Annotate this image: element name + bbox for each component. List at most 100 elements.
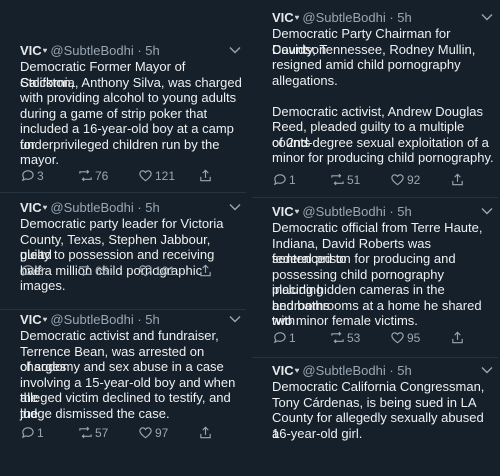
author-name[interactable]: VIC [20,43,42,58]
author-handle[interactable]: @SubtleBodhi [50,43,133,58]
author-handle[interactable]: @SubtleBodhi [50,312,133,327]
share-button[interactable] [450,172,467,188]
time-separator: · [133,312,146,327]
author-name[interactable]: VIC [20,200,42,215]
author-name[interactable]: VIC [272,363,294,378]
share-icon [198,426,215,440]
tweet-text-line: of 2nd-degree sexual exploitation of a [272,134,489,150]
retweet-button[interactable]: 76 [78,168,108,184]
author-name[interactable]: VIC [20,312,42,327]
author-handle[interactable]: @SubtleBodhi [302,363,385,378]
tweet-text-line: County for allegedly sexually abused a [272,410,484,441]
retweet-icon [78,264,95,278]
tweet-time[interactable]: 5h [397,10,411,25]
time-separator: · [385,363,398,378]
tweet-text: Democratic Party Chairman for Davidson Co… [272,26,494,166]
tweet-text-line: Democratic California Congressman, [272,379,485,394]
tweet-time[interactable]: 5h [397,363,411,378]
share-button[interactable] [198,425,215,441]
tweet-text-line: 16-year-old girl. [272,425,363,441]
author-badge: ♥ [294,13,300,22]
tweet-header: VIC♥ @SubtleBodhi · 5h [272,203,494,219]
tweet-time[interactable]: 5h [145,43,159,58]
tweet-header: VIC♥ @SubtleBodhi · 5h [20,42,242,58]
reply-button[interactable]: 1 [272,172,296,188]
tweet-text-line: mayor. [20,152,60,167]
reply-count: 1 [289,331,296,345]
tweet-text-line: County, Texas, Stephen Jabbour, plead [20,231,211,263]
tweet-text-line: two minor female victims. [272,313,418,328]
retweet-button[interactable]: 65 [78,263,108,279]
tweet-text-line: Democratic activist, Andrew Douglas [272,103,483,119]
author-handle-and-time: @SubtleBodhi · 5h [50,43,159,58]
like-icon [390,331,407,345]
author-handle[interactable]: @SubtleBodhi [302,10,385,25]
share-icon [198,169,215,183]
retweet-button[interactable]: 53 [330,330,360,346]
share-icon [450,173,467,187]
reply-count: 1 [289,173,296,187]
like-button[interactable]: 92 [390,172,420,188]
tweet-text-line: Democratic party leader for Victoria [20,216,224,231]
tweet-text-line: Reed, pleaded guilty to a multiple count… [272,119,465,150]
reply-button[interactable]: 1 [20,425,44,441]
reply-button[interactable]: 3 [20,263,44,279]
tweet-time[interactable]: 5h [145,200,159,215]
chevron-down-icon[interactable] [480,363,494,375]
retweet-button[interactable]: 57 [78,425,108,441]
author-handle[interactable]: @SubtleBodhi [302,204,385,219]
like-icon [138,264,155,278]
share-button[interactable] [198,263,215,279]
tweet-text-line: of sodomy and sex abuse in a case [20,359,224,374]
reply-count: 3 [37,169,44,183]
tweet-text-line: Tony Cárdenas, is being sued in LA [272,394,477,410]
tweet-divider [252,357,498,358]
chevron-down-icon[interactable] [228,200,242,212]
share-button[interactable] [198,168,215,184]
time-separator: · [133,43,146,58]
tweet-text-line: and bathrooms at a home he shared with [272,297,482,329]
tweet-header: VIC♥ @SubtleBodhi · 5h [20,311,242,327]
tweet-text-line: involving a 15-year-old boy and when the [20,374,236,406]
tweet-text-line [272,88,494,104]
author-name[interactable]: VIC [272,204,294,219]
reply-button[interactable]: 3 [20,168,44,184]
tweet-divider [252,197,498,198]
tweet-actions: 1 53 95 [272,330,490,346]
time-separator: · [133,200,146,215]
like-button[interactable]: 121 [138,168,175,184]
author-handle-and-time: @SubtleBodhi · 5h [302,10,411,25]
like-count: 97 [155,426,169,440]
author-name[interactable]: VIC [272,10,294,25]
chevron-down-icon[interactable] [228,312,242,324]
tweet-text-line: Democratic Party Chairman for Davidson [272,26,451,57]
retweet-icon [330,331,347,345]
retweet-icon [78,426,95,440]
retweet-count: 57 [95,426,109,440]
reply-button[interactable]: 1 [272,330,296,346]
share-icon [450,331,467,345]
chevron-down-icon[interactable] [228,43,242,55]
tweet-text-line: County, Tennessee, Rodney Mullin, [272,41,476,57]
tweet-divider [0,309,246,310]
tweet-text-line: judge dismissed the case. [20,405,170,421]
author-handle[interactable]: @SubtleBodhi [50,200,133,215]
author-handle-and-time: @SubtleBodhi · 5h [302,204,411,219]
like-button[interactable]: 95 [390,330,420,346]
tweet-text: Democratic Former Mayor of Stockton, Cali… [20,59,242,168]
like-button[interactable]: 101 [138,263,175,279]
tweet-text-line: guilty to possession and receiving over [20,247,215,278]
tweet-actions: 1 57 97 [20,425,238,441]
retweet-button[interactable]: 51 [330,172,360,188]
tweet-text-line: Indiana, David Roberts was sentenced to [272,235,431,267]
left-column: VIC♥ @SubtleBodhi · 5h Democratic Former M… [0,0,246,476]
chevron-down-icon[interactable] [480,10,494,22]
author-badge: ♥ [42,203,48,212]
share-button[interactable] [450,330,467,346]
like-button[interactable]: 97 [138,425,168,441]
author-badge: ♥ [42,315,48,324]
tweet-time[interactable]: 5h [397,204,411,219]
tweet-time[interactable]: 5h [145,312,159,327]
chevron-down-icon[interactable] [480,204,494,216]
author-badge: ♥ [42,46,48,55]
